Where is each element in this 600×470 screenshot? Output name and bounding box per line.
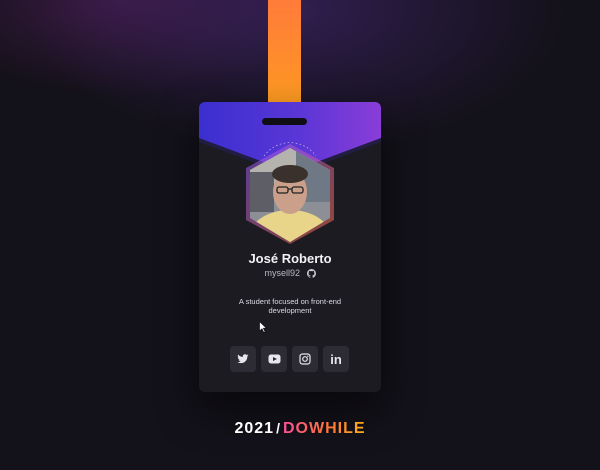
lanyard-clip-slot (262, 118, 307, 125)
social-links: in (230, 346, 350, 374)
profile-name: José Roberto (248, 251, 332, 266)
brand-separator-icon: / (276, 420, 281, 436)
linkedin-icon: in (330, 351, 342, 367)
event-brand: 2021/DOWHILE (0, 420, 600, 438)
github-icon (306, 269, 316, 278)
event-year: 2021 (234, 420, 275, 437)
mouse-cursor-icon (259, 321, 267, 333)
event-title: DOWHILE (282, 420, 366, 437)
linkedin-button[interactable]: in (323, 346, 349, 372)
instagram-icon (299, 353, 311, 365)
twitter-button[interactable] (230, 346, 256, 372)
youtube-icon (268, 354, 280, 364)
lanyard-strap (268, 0, 301, 116)
avatar (250, 148, 330, 242)
avatar-hexagon (246, 142, 334, 244)
github-handle-row[interactable]: mysell92 (199, 268, 381, 278)
instagram-button[interactable] (292, 346, 318, 372)
twitter-icon (237, 354, 249, 364)
github-handle: mysell92 (264, 268, 300, 278)
profile-bio: A student focused on front-end developme… (238, 297, 342, 315)
badge-card: José Roberto mysell92 A student focused … (199, 102, 381, 392)
youtube-button[interactable] (261, 346, 287, 372)
